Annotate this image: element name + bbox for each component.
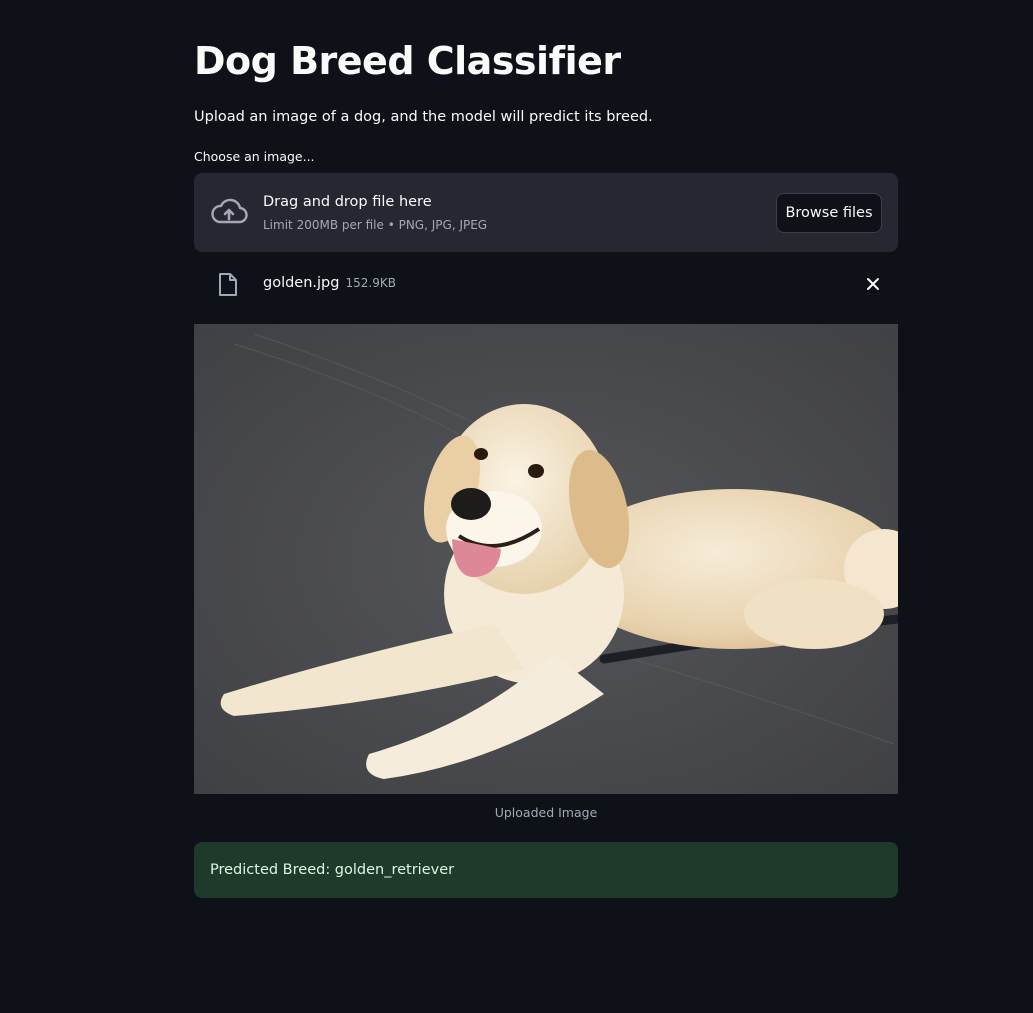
dropzone-title: Drag and drop file here <box>263 194 432 210</box>
predicted-breed-text: Predicted Breed: golden_retriever <box>210 862 455 878</box>
prediction-success-alert: Predicted Breed: golden_retriever <box>194 842 898 898</box>
file-size: 152.9KB <box>345 276 396 290</box>
remove-file-close-icon[interactable] <box>862 273 884 295</box>
dropzone-limit: Limit 200MB per file • PNG, JPG, JPEG <box>263 218 488 232</box>
uploaded-file-row: golden.jpg 152.9KB <box>194 264 898 304</box>
dropzone-instructions: Drag and drop file here Limit 200MB per … <box>263 192 487 233</box>
file-name: golden.jpg <box>263 275 340 291</box>
file-info: golden.jpg 152.9KB <box>263 273 396 293</box>
uploader-label: Choose an image... <box>194 149 315 164</box>
file-icon <box>219 273 237 296</box>
browse-files-button[interactable]: Browse files <box>776 193 882 233</box>
file-dropzone[interactable]: Drag and drop file here Limit 200MB per … <box>194 173 898 252</box>
page-title: Dog Breed Classifier <box>194 39 621 83</box>
cloud-upload-icon <box>211 198 248 224</box>
image-caption: Uploaded Image <box>494 805 598 820</box>
uploaded-dog-image <box>194 324 898 794</box>
page-subtitle: Upload an image of a dog, and the model … <box>194 109 653 125</box>
